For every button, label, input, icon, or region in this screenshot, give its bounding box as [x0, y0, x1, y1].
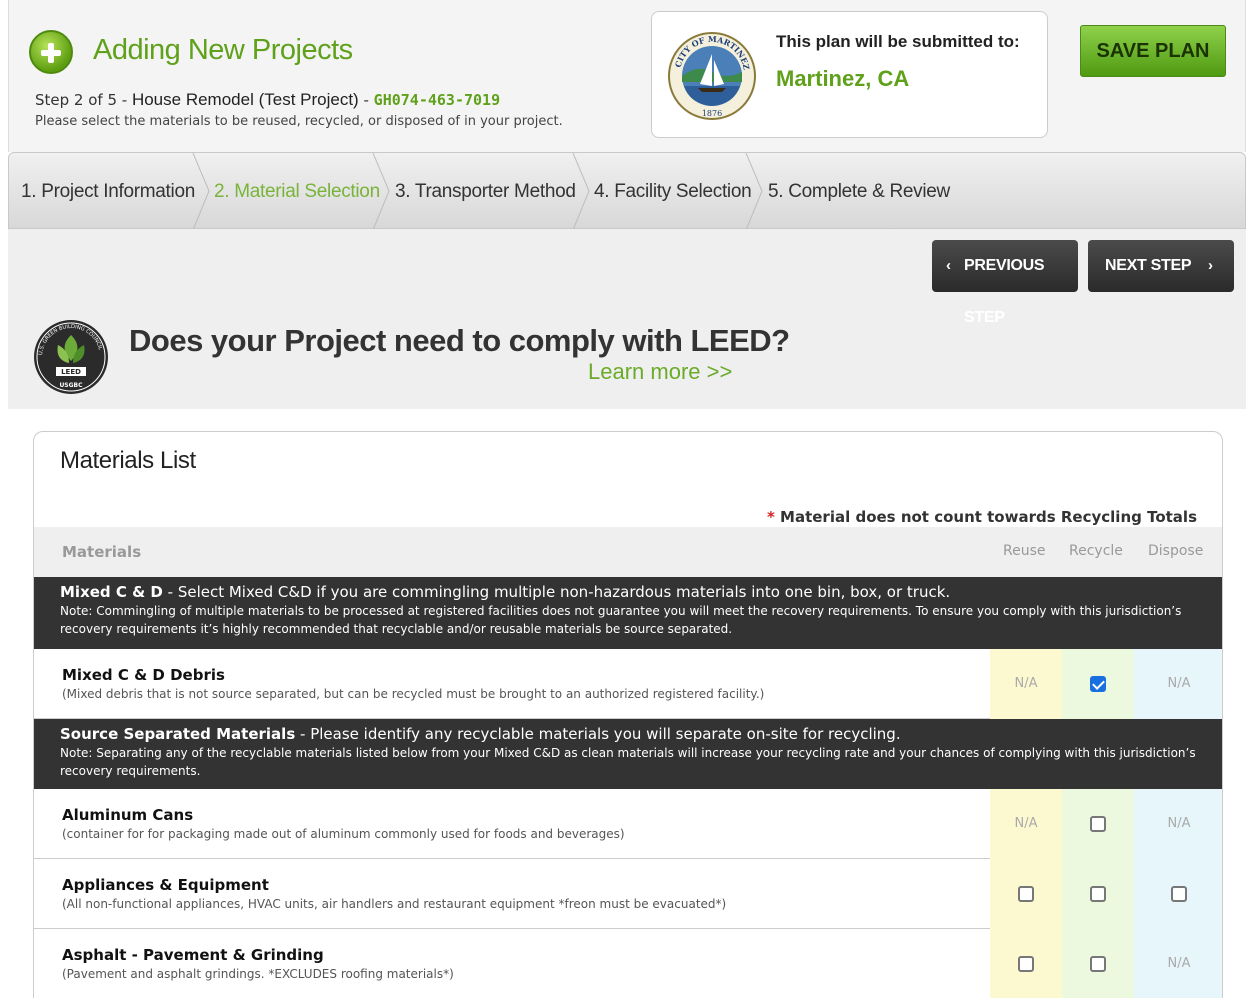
step-hint: Please select the materials to be reused… [35, 114, 563, 129]
mixed-cd-section-header: Mixed C & D - Select Mixed C&D if you ar… [34, 577, 1222, 649]
leed-question: Does your Project need to comply with LE… [129, 323, 790, 358]
source-separated-section-title: Source Separated Materials - Please iden… [60, 725, 901, 743]
legend-text: Material does not count towards Recyclin… [774, 508, 1197, 526]
leed-logo: LEED U.S. GREEN BUILDING COUNCIL USGBC [34, 320, 108, 394]
submit-label: This plan will be submitted to: [776, 32, 1020, 51]
recycle-cell [1062, 649, 1134, 719]
project-code: GH074-463-7019 [373, 91, 501, 109]
material-row-appliances-equipment: Appliances & Equipment (All non-function… [34, 859, 1222, 929]
previous-step-label: PREVIOUS STEP [964, 257, 1045, 326]
reuse-checkbox[interactable] [1018, 955, 1034, 972]
project-separator: - [358, 91, 374, 109]
next-step-button[interactable]: NEXT STEP › [1088, 240, 1234, 292]
city-seal-icon: CITY OF MARTINEZ 1876 [668, 32, 756, 120]
recycle-checkbox[interactable] [1090, 675, 1106, 692]
column-recycle: Recycle [1069, 543, 1123, 559]
material-name: Mixed C & D Debris [62, 666, 225, 684]
dispose-cell: N/A [1134, 929, 1222, 998]
dispose-cell: N/A [1134, 649, 1222, 719]
reuse-cell [990, 929, 1062, 998]
seal-year-text: 1876 [702, 109, 722, 118]
page-title: Adding New Projects [93, 34, 353, 66]
chevron-right-icon: › [1208, 257, 1213, 274]
add-project-icon [29, 30, 73, 74]
next-step-label: NEXT STEP [1105, 257, 1192, 274]
step-prefix: Step 2 of 5 - [35, 91, 132, 109]
mixed-cd-section-note: Note: Commingling of multiple materials … [60, 604, 1182, 636]
recycle-cell [1062, 859, 1134, 929]
reuse-cell: N/A [990, 649, 1062, 719]
source-separated-section-header: Source Separated Materials - Please iden… [34, 719, 1222, 789]
step-tabs: 1. Project Information 2. Material Selec… [8, 152, 1246, 230]
reuse-cell [990, 859, 1062, 929]
recycle-checkbox[interactable] [1090, 885, 1106, 902]
column-reuse: Reuse [1003, 543, 1046, 559]
material-name: Appliances & Equipment [62, 876, 269, 894]
material-description: (Mixed debris that is not source separat… [62, 687, 765, 701]
dispose-cell [1134, 859, 1222, 929]
reuse-cell: N/A [990, 789, 1062, 859]
tab-complete-review[interactable]: 5. Complete & Review [768, 153, 950, 230]
recycle-checkbox[interactable] [1090, 955, 1106, 972]
column-dispose: Dispose [1148, 543, 1204, 559]
source-separated-section-note: Note: Separating any of the recyclable m… [60, 746, 1196, 778]
tab-transporter-method[interactable]: 3. Transporter Method [395, 153, 576, 230]
chevron-left-icon: ‹ [946, 257, 951, 274]
recycle-checkbox[interactable] [1090, 815, 1106, 832]
material-row-mixed-cd-debris: Mixed C & D Debris (Mixed debris that is… [34, 649, 1222, 719]
recycling-totals-legend: * Material does not count towards Recycl… [767, 508, 1197, 526]
recycle-cell [1062, 929, 1134, 998]
submission-target-box: CITY OF MARTINEZ 1876 This plan will be … [651, 11, 1048, 138]
tab-material-selection[interactable]: 2. Material Selection [214, 153, 380, 230]
material-description: (container for for packaging made out of… [62, 827, 625, 841]
material-row-aluminum-cans: Aluminum Cans (container for for packagi… [34, 789, 1222, 859]
materials-column-header: Materials Reuse Recycle Dispose [34, 527, 1222, 577]
project-name: House Remodel (Test Project) [131, 90, 359, 109]
page-header: Adding New Projects Step 2 of 5 - House … [8, 0, 1246, 152]
tab-project-information[interactable]: 1. Project Information [21, 153, 195, 230]
submit-city: Martinez, CA [776, 66, 910, 91]
material-name: Asphalt - Pavement & Grinding [62, 946, 324, 964]
material-description: (Pavement and asphalt grindings. *EXCLUD… [62, 967, 454, 981]
tab-separator [192, 153, 210, 230]
previous-step-button[interactable]: ‹ PREVIOUS STEP [932, 240, 1078, 326]
leed-logo-mid: LEED [61, 368, 81, 376]
recycle-cell [1062, 789, 1134, 859]
leed-learn-more-link[interactable]: Learn more >> [588, 359, 732, 385]
material-description: (All non-functional appliances, HVAC uni… [62, 897, 727, 911]
tab-separator [372, 153, 390, 230]
tab-separator [572, 153, 590, 230]
tab-facility-selection[interactable]: 4. Facility Selection [594, 153, 752, 230]
tab-separator [745, 153, 763, 230]
reuse-checkbox[interactable] [1018, 885, 1034, 902]
dispose-cell: N/A [1134, 789, 1222, 859]
mixed-cd-section-title: Mixed C & D - Select Mixed C&D if you ar… [60, 583, 951, 601]
material-row-asphalt: Asphalt - Pavement & Grinding (Pavement … [34, 929, 1222, 998]
legend-star: * [766, 508, 775, 526]
materials-title: Materials List [60, 447, 196, 474]
column-materials: Materials [62, 543, 142, 561]
leed-logo-bottom: USGBC [59, 382, 83, 389]
dispose-checkbox[interactable] [1171, 885, 1187, 902]
step-indicator: Step 2 of 5 - House Remodel (Test Projec… [35, 90, 500, 110]
materials-panel: Materials List * Material does not count… [33, 431, 1223, 998]
save-plan-button[interactable]: SAVE PLAN [1080, 25, 1226, 77]
material-name: Aluminum Cans [62, 806, 194, 824]
